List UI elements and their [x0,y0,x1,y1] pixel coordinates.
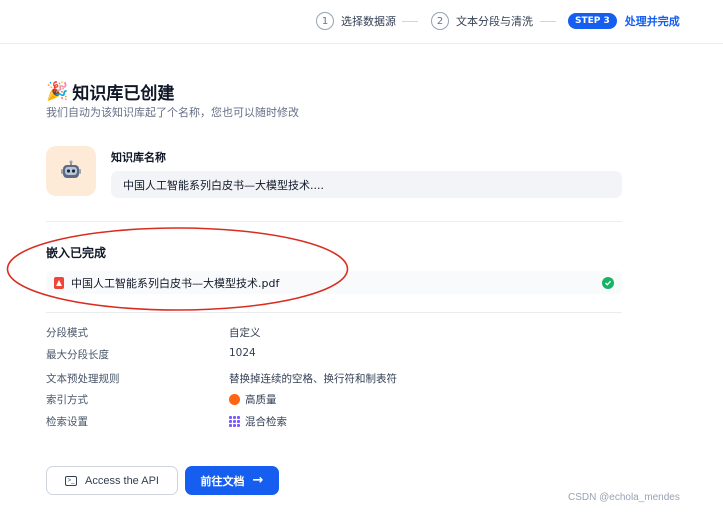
step-select-source: 1 选择数据源 [316,11,396,31]
step-label: 文本分段与清洗 [456,15,533,28]
kb-name-label: 知识库名称 [111,151,166,164]
section-divider [46,312,622,313]
kb-name-input[interactable]: 中国人工智能系列白皮书—大模型技术.... [111,171,622,198]
step-pill: STEP 3 [568,13,617,29]
arrow-right-icon: → [252,473,264,488]
robot-icon[interactable] [46,146,96,196]
go-to-docs-button[interactable]: 前往文档 → [185,466,279,495]
step-label: 处理并完成 [624,15,680,28]
check-circle-icon [602,276,614,289]
go-to-docs-label: 前往文档 [200,474,245,488]
property-value: 高质量 [245,394,277,406]
party-popper-icon: 🎉 [46,81,69,102]
access-api-button[interactable]: >_ Access the API [46,466,178,495]
page-subtitle: 我们自动为该知识库起了个名称，您也可以随时修改 [46,106,299,119]
hybrid-search-icon [229,416,240,427]
property-key: 最大分段长度 [46,349,109,361]
section-divider [46,221,622,222]
step-divider [540,21,556,22]
property-value: 替换掉连续的空格、换行符和制表符 [229,373,397,385]
property-value: 1024 [229,347,256,359]
terminal-icon: >_ [65,475,77,486]
stepper: 1 选择数据源 2 文本分段与清洗 STEP 3 处理并完成 [0,0,723,44]
high-quality-icon [229,394,240,405]
step-segment-clean: 2 文本分段与清洗 [431,11,533,31]
property-key: 分段模式 [46,327,88,339]
watermark: CSDN @echola_mendes [568,492,680,503]
step-process-complete: STEP 3 处理并完成 [568,11,680,31]
step-number: 2 [431,12,449,30]
access-api-label: Access the API [85,474,159,487]
property-value: 混合检索 [245,416,287,428]
property-value: 自定义 [229,327,261,339]
page-title: 知识库已创建 [72,84,175,104]
property-key: 检索设置 [46,416,88,428]
property-key: 文本预处理规则 [46,373,120,385]
step-label: 选择数据源 [341,15,396,28]
property-key: 索引方式 [46,394,88,406]
page-header: 🎉 知识库已创建 [46,79,174,104]
step-divider [402,21,418,22]
highlight-ellipse [6,227,349,311]
step-number: 1 [316,12,334,30]
